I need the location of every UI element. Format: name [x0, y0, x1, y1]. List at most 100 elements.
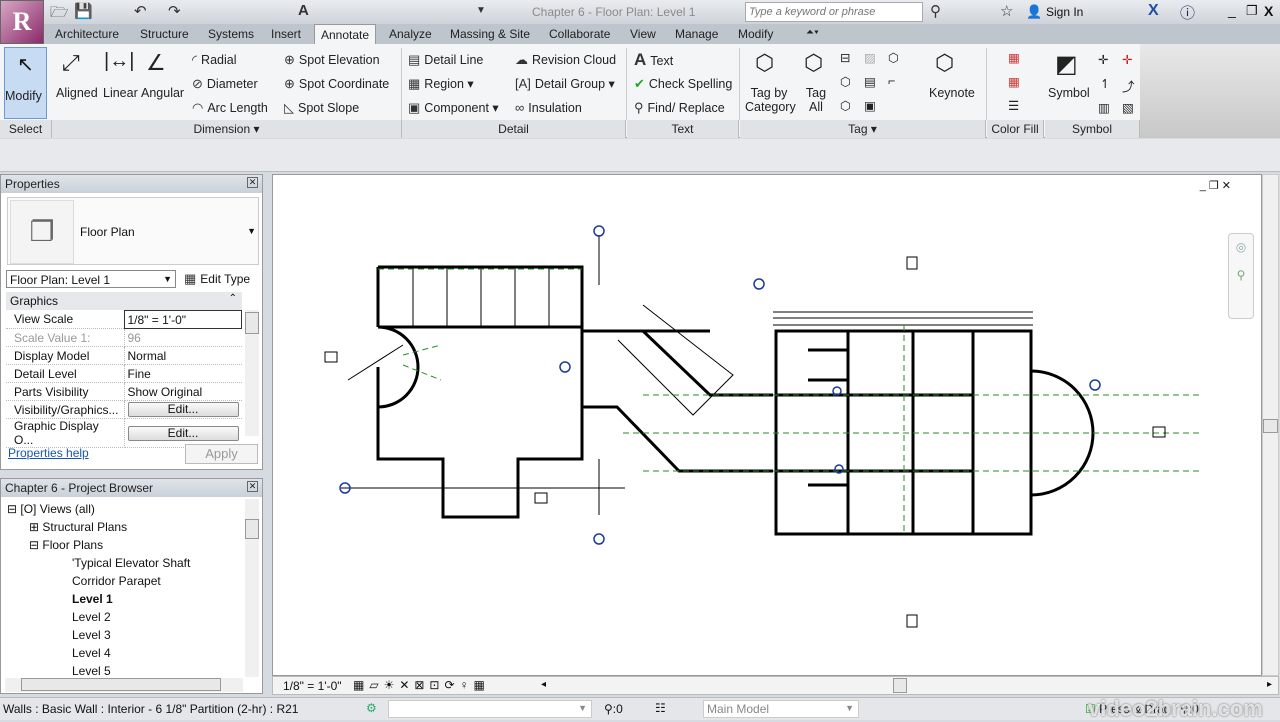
- drawing-area[interactable]: _ ❐ ✕ ◎ ⚲: [272, 174, 1262, 676]
- beam-annotation-icon[interactable]: ⊟: [840, 50, 850, 65]
- properties-help-link[interactable]: Properties help: [8, 446, 89, 460]
- multi-category-tag-icon[interactable]: ⬡: [840, 98, 851, 113]
- view-control-icons[interactable]: ▦▱☀✕⊠⊡⟳♀▦: [353, 678, 490, 692]
- tag-by-category-button[interactable]: Tag by Category: [745, 86, 796, 114]
- help-icon[interactable]: ⓘ: [1180, 2, 1195, 23]
- view-scale-button[interactable]: 1/8" = 1'-0": [283, 679, 342, 693]
- scroll-thumb[interactable]: [1263, 419, 1278, 433]
- fabric-icon[interactable]: ▧: [1122, 100, 1134, 115]
- tree-item-view[interactable]: Level 3: [7, 626, 243, 644]
- save-icon[interactable]: 💾: [74, 2, 93, 20]
- minimize-button[interactable]: _: [1228, 2, 1236, 18]
- property-value[interactable]: Normal: [124, 346, 242, 365]
- tree-item-view-active[interactable]: Level 1: [7, 590, 243, 608]
- spot-coordinate-button[interactable]: ⊕ Spot Coordinate: [284, 76, 389, 92]
- drawing-hscroll-thumb[interactable]: [893, 678, 907, 693]
- tab-analyze[interactable]: Analyze: [389, 27, 432, 41]
- tag-all-button[interactable]: Tag All: [803, 86, 829, 114]
- tree-item-floor-plans[interactable]: ⊟ Floor Plans: [7, 536, 243, 554]
- material-tag-icon[interactable]: ⬡: [840, 74, 851, 89]
- tree-item-view[interactable]: Level 2: [7, 608, 243, 626]
- span-direction-icon[interactable]: ✛: [1098, 52, 1108, 67]
- close-button[interactable]: X: [1264, 3, 1273, 19]
- scroll-thumb[interactable]: [245, 519, 259, 539]
- radial-button[interactable]: ◜ Radial: [192, 52, 236, 68]
- tree-item-structural-plans[interactable]: ⊞ Structural Plans: [7, 518, 243, 536]
- pipe-legend-icon[interactable]: ▦: [1008, 74, 1020, 89]
- property-value[interactable]: Show Original: [124, 382, 242, 401]
- graphic-display-edit-button[interactable]: Edit...: [127, 425, 239, 441]
- visibility-graphics-edit-button[interactable]: Edit...: [127, 402, 239, 417]
- tree-item-views-all[interactable]: ⊟ [O] Views (all): [7, 500, 243, 518]
- redo-icon[interactable]: ↷: [168, 2, 181, 20]
- tree-item-view[interactable]: 'Typical Elevator Shaft: [7, 554, 243, 572]
- diameter-button[interactable]: ⊘ Diameter: [192, 76, 258, 92]
- tab-modify[interactable]: Modify: [738, 27, 773, 41]
- view-scale-input[interactable]: 1/8" = 1'-0": [123, 310, 242, 329]
- path-reinforcement-icon[interactable]: ▥: [1098, 100, 1110, 115]
- panel-text-label[interactable]: Text: [627, 120, 739, 138]
- spot-slope-button[interactable]: ◺ Spot Slope: [284, 100, 359, 116]
- exchange-icon[interactable]: X: [1148, 2, 1159, 20]
- property-value[interactable]: Fine: [124, 364, 242, 383]
- color-fill-legend-icon[interactable]: ☰: [1008, 98, 1019, 113]
- tab-manage[interactable]: Manage: [675, 27, 718, 41]
- qat-dropdown-icon[interactable]: ▼: [476, 5, 486, 16]
- tree-item-view[interactable]: Corridor Parapet: [7, 572, 243, 590]
- close-icon[interactable]: ✕: [247, 177, 258, 188]
- check-spelling-button[interactable]: ✔ Check Spelling: [634, 76, 732, 92]
- duct-legend-icon[interactable]: ▦: [1008, 50, 1020, 65]
- linear-button[interactable]: Linear: [103, 86, 138, 100]
- panel-dimension-label[interactable]: Dimension ▾: [52, 120, 402, 138]
- worksets-icon[interactable]: ⚙: [366, 701, 377, 715]
- stair-path-icon[interactable]: ↿: [1100, 76, 1110, 91]
- tab-collaborate[interactable]: Collaborate: [549, 27, 610, 41]
- panel-tag-label[interactable]: Tag ▾: [740, 120, 986, 138]
- apply-button[interactable]: Apply: [185, 444, 258, 464]
- tab-systems[interactable]: Systems: [208, 27, 254, 41]
- text-button[interactable]: A Text: [634, 50, 673, 70]
- favorites-icon[interactable]: ☆: [1000, 2, 1013, 20]
- view-reference-icon[interactable]: ⬡: [888, 50, 899, 65]
- tab-massing-site[interactable]: Massing & Site: [450, 27, 530, 41]
- region-button[interactable]: ▦ Region ▾: [408, 76, 474, 92]
- insulation-button[interactable]: ∞ Insulation: [515, 100, 582, 115]
- angular-button[interactable]: Angular: [141, 86, 184, 100]
- group-graphics-header[interactable]: Graphics ⌃: [6, 292, 242, 310]
- undo-icon[interactable]: ↶: [134, 2, 147, 20]
- search-input[interactable]: Type a keyword or phrase: [745, 2, 923, 22]
- area-reinforcement-icon[interactable]: ⤴: [1122, 76, 1135, 95]
- text-icon[interactable]: A: [298, 2, 309, 19]
- stair-tread-icon[interactable]: ⌐: [888, 74, 895, 88]
- tab-architecture[interactable]: Architecture: [55, 27, 119, 41]
- component-button[interactable]: ▣ Component ▾: [408, 100, 499, 116]
- scroll-left-icon[interactable]: ◂: [541, 679, 546, 690]
- sign-in-button[interactable]: Sign In: [1046, 5, 1083, 19]
- spot-elevation-button[interactable]: ⊕ Spot Elevation: [284, 52, 380, 68]
- workset-select[interactable]: ▼: [388, 700, 592, 718]
- restore-button[interactable]: ❐: [1246, 3, 1258, 19]
- design-option-select[interactable]: Main Model ▼: [703, 700, 859, 718]
- tree-item-view[interactable]: Level 4: [7, 644, 243, 662]
- tab-view[interactable]: View: [630, 27, 656, 41]
- keynote-button[interactable]: Keynote: [929, 86, 975, 100]
- editable-only-filter[interactable]: ⚲:0: [604, 702, 623, 716]
- close-icon[interactable]: ✕: [247, 481, 258, 492]
- detail-line-button[interactable]: ▤ Detail Line: [408, 52, 483, 68]
- tab-insert[interactable]: Insert: [271, 27, 301, 41]
- tab-annotate[interactable]: Annotate: [314, 24, 377, 45]
- properties-scrollbar[interactable]: [245, 310, 259, 436]
- browser-vscrollbar[interactable]: [245, 499, 259, 677]
- ribbon-minimize-icon[interactable]: ⏶▾: [806, 27, 819, 38]
- edit-type-button[interactable]: ▦ Edit Type: [184, 271, 250, 287]
- aligned-button[interactable]: Aligned: [56, 86, 98, 100]
- beam-symbol-icon[interactable]: ✛: [1122, 52, 1132, 67]
- arc-length-button[interactable]: ◠ Arc Length: [192, 100, 268, 116]
- scroll-right-icon[interactable]: ▸: [1267, 679, 1272, 690]
- tab-structure[interactable]: Structure: [140, 27, 189, 41]
- space-tag-icon[interactable]: ▣: [864, 98, 876, 113]
- type-selector[interactable]: ❐ Floor Plan ▼: [7, 197, 259, 265]
- application-menu-button[interactable]: R: [0, 0, 44, 44]
- design-options-icon[interactable]: ☷: [655, 701, 666, 715]
- scroll-thumb[interactable]: [21, 678, 221, 691]
